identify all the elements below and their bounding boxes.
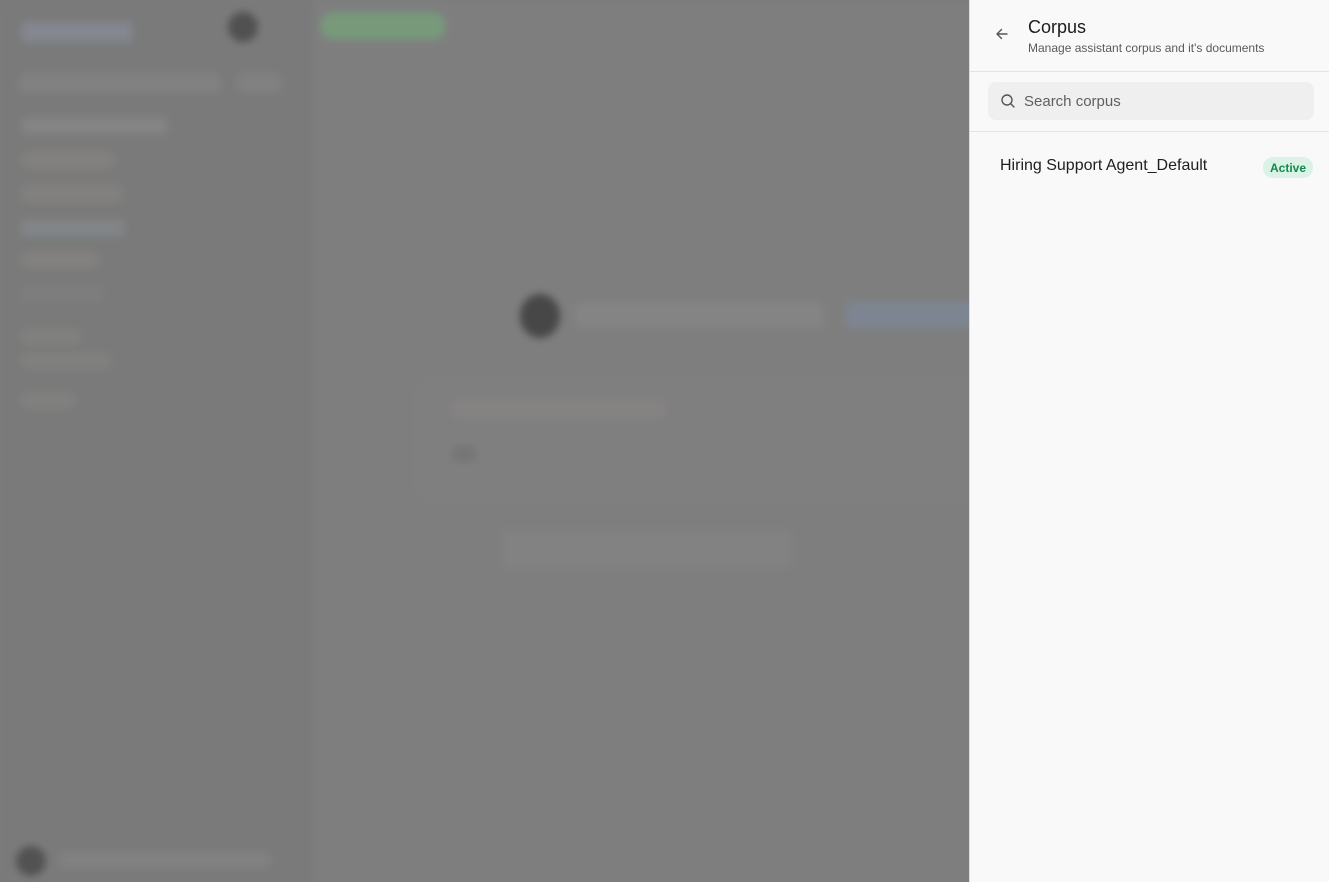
corpus-name: Hiring Support Agent_Default bbox=[1000, 157, 1208, 174]
search-icon bbox=[1000, 93, 1016, 109]
search-section bbox=[970, 72, 1329, 132]
drawer-subtitle: Manage assistant corpus and it's documen… bbox=[1028, 41, 1265, 55]
back-button[interactable] bbox=[990, 24, 1014, 48]
screen: Corpus Manage assistant corpus and it's … bbox=[0, 0, 1329, 882]
arrow-left-icon bbox=[994, 26, 1010, 47]
drawer-header: Corpus Manage assistant corpus and it's … bbox=[970, 0, 1329, 72]
search-box[interactable] bbox=[988, 82, 1314, 120]
list-item[interactable]: Hiring Support Agent_Default Active bbox=[970, 132, 1329, 202]
status-badge: Active bbox=[1263, 157, 1314, 178]
search-input[interactable] bbox=[1024, 92, 1304, 110]
drawer-title: Corpus bbox=[1028, 17, 1087, 37]
corpus-drawer: Corpus Manage assistant corpus and it's … bbox=[969, 0, 1329, 882]
modal-backdrop[interactable] bbox=[0, 0, 970, 882]
